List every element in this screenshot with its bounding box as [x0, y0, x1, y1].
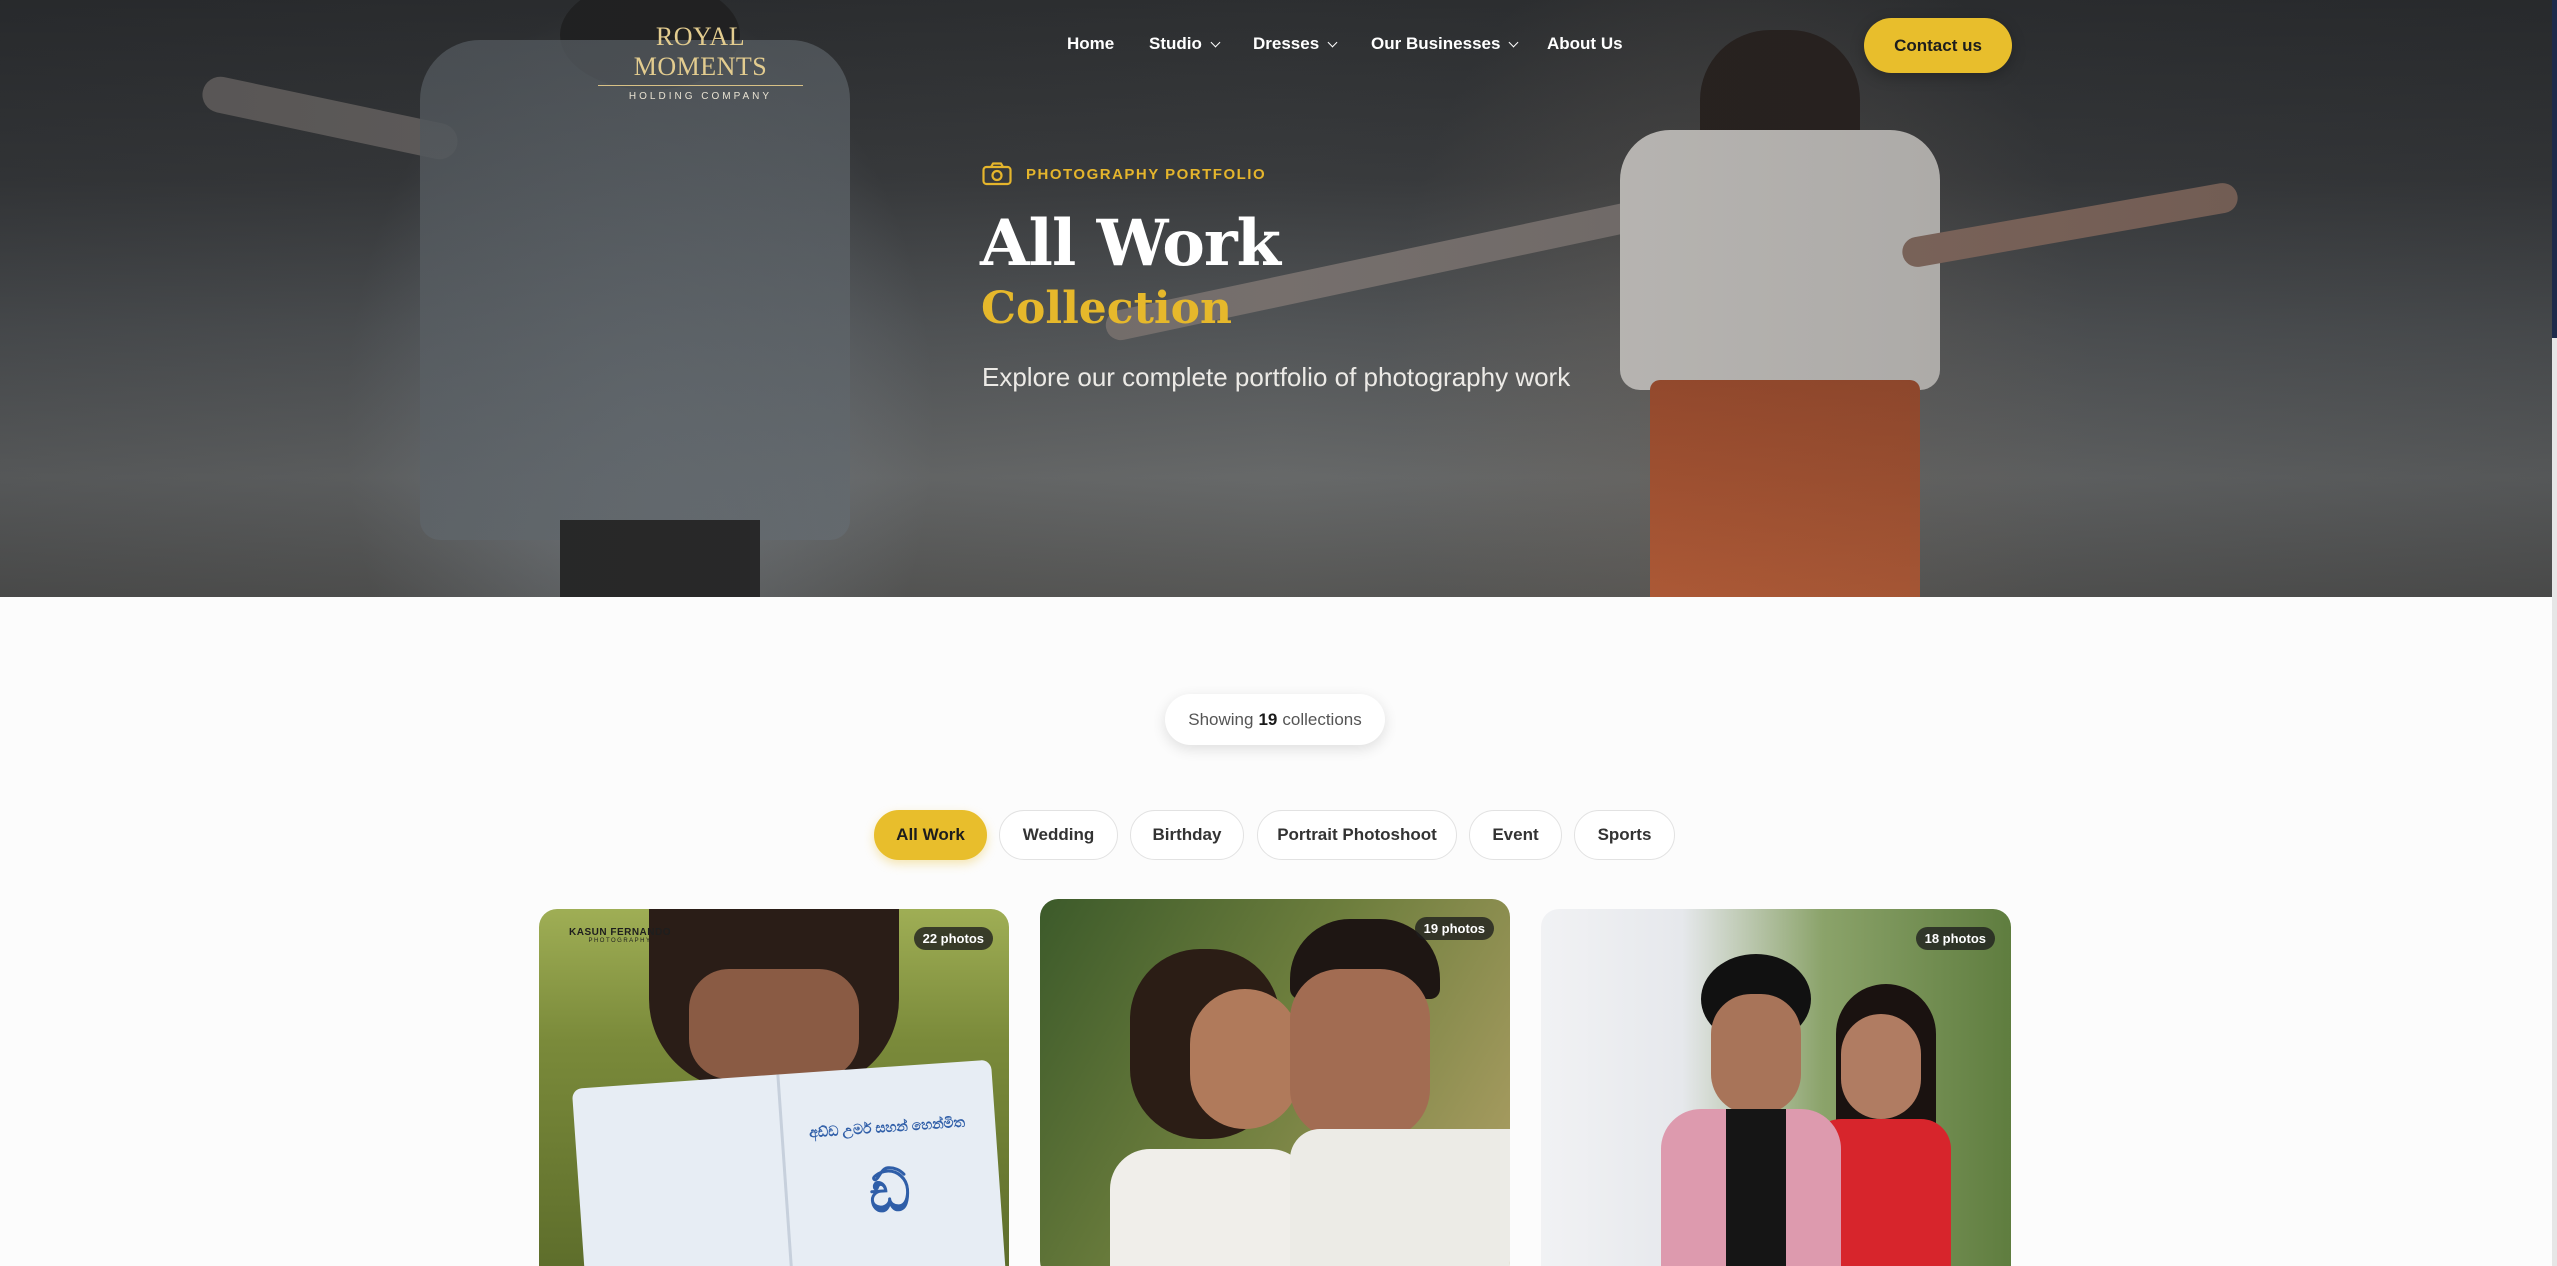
filter-wedding[interactable]: Wedding: [999, 810, 1118, 860]
photo-count-badge: 19 photos: [1414, 917, 1494, 940]
nav-our-businesses[interactable]: Our Businesses: [1371, 34, 1519, 54]
logo-name: ROYAL MOMENTS: [598, 22, 803, 86]
nav-about-us[interactable]: About Us: [1547, 34, 1623, 54]
page-subtitle: Collection: [981, 283, 1232, 334]
watermark-sub: PHOTOGRAPHY: [588, 938, 652, 944]
contact-us-button[interactable]: Contact us: [1864, 18, 2012, 73]
nav-label: About Us: [1547, 34, 1623, 53]
card-photo: [689, 969, 859, 1079]
nav-dresses[interactable]: Dresses: [1253, 34, 1338, 54]
card-photo: [1290, 969, 1430, 1139]
card-photo: [1841, 1014, 1921, 1119]
count-value: 19: [1258, 709, 1278, 729]
card-photo: [1110, 1149, 1310, 1266]
chevron-down-icon: [1327, 37, 1338, 47]
count-prefix: Showing: [1188, 709, 1254, 729]
card-photo: [571, 1059, 1007, 1266]
filter-birthday[interactable]: Birthday: [1130, 810, 1244, 860]
page-scrollbar[interactable]: [2552, 0, 2557, 1266]
page-title: All Work: [980, 206, 1281, 281]
card-photo: [1290, 1129, 1510, 1266]
nav-studio[interactable]: Studio: [1149, 34, 1221, 54]
collection-card[interactable]: අඩ්ඩ උමර් සහන් හෙන්මිත ඩ් KASUN FERNANDO…: [539, 909, 1009, 1266]
photographer-watermark: KASUN FERNANDO PHOTOGRAPHY: [569, 927, 671, 945]
nav-label: Home: [1067, 34, 1115, 53]
scrollbar-thumb[interactable]: [2552, 0, 2557, 338]
collection-card[interactable]: 19 photos: [1040, 899, 1510, 1266]
card-photo: [1711, 994, 1801, 1114]
count-suffix: collections: [1282, 709, 1362, 729]
eyebrow-label: PHOTOGRAPHY PORTFOLIO: [1026, 165, 1267, 183]
card-photo: [1190, 989, 1300, 1129]
collection-card[interactable]: 18 photos: [1541, 909, 2011, 1266]
collection-count-pill: Showing 19 collections: [1165, 694, 1385, 745]
page-description: Explore our complete portfolio of photog…: [982, 362, 1571, 392]
photo-count-badge: 18 photos: [1915, 927, 1995, 950]
hero-banner: ROYAL MOMENTS HOLDING COMPANY Home Studi…: [0, 0, 2552, 597]
logo-tagline: HOLDING COMPANY: [628, 91, 773, 102]
photo-count-badge: 22 photos: [913, 927, 993, 950]
card-photo: [1726, 1109, 1786, 1266]
watermark-name: KASUN FERNANDO: [569, 927, 671, 938]
camera-icon: [982, 162, 1012, 186]
filter-all-work[interactable]: All Work: [874, 810, 987, 860]
site-logo[interactable]: ROYAL MOMENTS HOLDING COMPANY: [598, 22, 803, 102]
nav-label: Our Businesses: [1371, 34, 1501, 53]
card-photo: ඩ්: [866, 1158, 913, 1225]
nav-label: Dresses: [1253, 34, 1320, 53]
filter-portrait-photoshoot[interactable]: Portrait Photoshoot: [1257, 810, 1457, 860]
chevron-down-icon: [1210, 37, 1221, 47]
hero-eyebrow: PHOTOGRAPHY PORTFOLIO: [982, 162, 1266, 186]
filter-event[interactable]: Event: [1469, 810, 1562, 860]
nav-label: Studio: [1149, 34, 1202, 53]
hero-overlay: [0, 0, 2552, 597]
filter-sports[interactable]: Sports: [1574, 810, 1675, 860]
chevron-down-icon: [1509, 37, 1519, 47]
nav-home[interactable]: Home: [1067, 34, 1114, 54]
